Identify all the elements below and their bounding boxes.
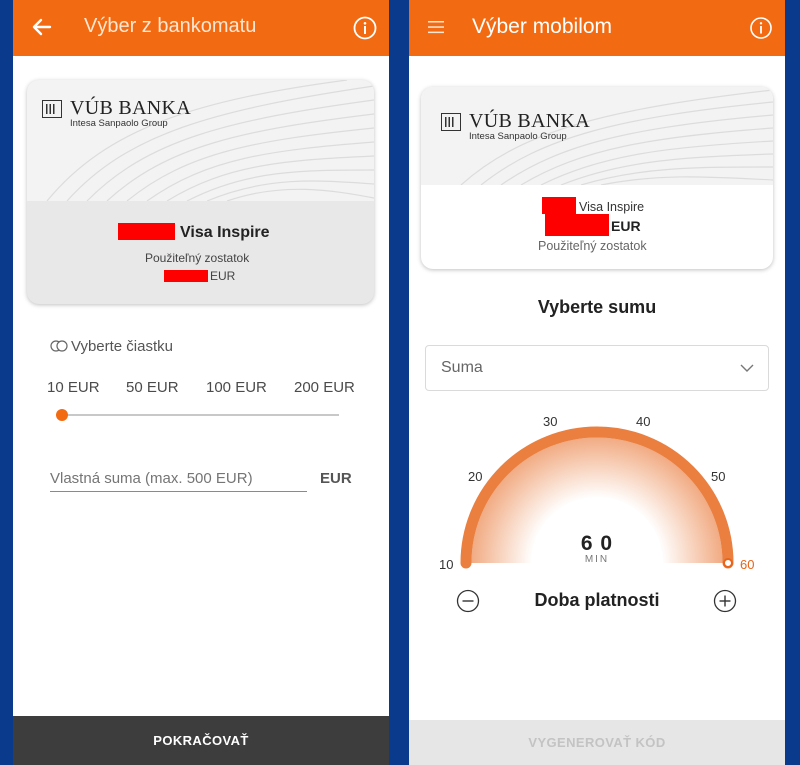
custom-amount-input[interactable] xyxy=(50,466,307,492)
redacted-balance xyxy=(164,270,208,282)
amount-option-100[interactable]: 100 EUR xyxy=(206,379,267,396)
app-header: Výber z bankomatu xyxy=(13,0,389,56)
page-title: Výber mobilom xyxy=(472,15,613,38)
redacted-balance xyxy=(545,214,609,236)
gauge-value: 6 0 xyxy=(580,532,614,555)
gauge-tick-30: 30 xyxy=(543,414,558,429)
amount-option-200[interactable]: 200 EUR xyxy=(294,379,355,396)
bank-logo-mark xyxy=(441,113,461,131)
redacted-card-number xyxy=(542,197,576,214)
amount-section-label: Vyberte čiastku xyxy=(71,338,173,355)
bank-logo-mark xyxy=(42,100,62,118)
amount-slider-track[interactable] xyxy=(62,414,339,416)
bank-name: VÚB BANKA xyxy=(70,97,192,119)
amount-option-10[interactable]: 10 EUR xyxy=(47,379,100,396)
redacted-card-number xyxy=(118,223,175,240)
bank-name: VÚB BANKA xyxy=(469,110,591,132)
gauge-tick-50: 50 xyxy=(711,469,726,484)
bank-group: Intesa Sanpaolo Group xyxy=(70,118,168,129)
custom-amount-currency: EUR xyxy=(320,470,352,487)
balance-label: Použiteľný zostatok xyxy=(538,239,647,253)
amount-select[interactable]: Suma xyxy=(425,345,769,391)
select-amount-heading: Vyberte sumu xyxy=(537,297,657,317)
page-title: Výber z bankomatu xyxy=(84,15,257,37)
hamburger-menu-icon[interactable] xyxy=(427,18,445,36)
info-icon[interactable] xyxy=(749,16,773,40)
card-name: Visa Inspire xyxy=(180,224,270,241)
app-header: Výber mobilom xyxy=(409,0,785,56)
bank-logo: VÚB BANKA Intesa Sanpaolo Group xyxy=(441,111,590,142)
gauge-tick-40: 40 xyxy=(636,414,651,429)
plus-circle-icon[interactable] xyxy=(713,589,737,613)
mobile-withdrawal-screen: Výber mobilom VÚB BANKA Intesa Sanpaolo … xyxy=(409,0,785,765)
atm-withdrawal-screen: Výber z bankomatu VÚB BANKA Intesa Sanpa… xyxy=(13,0,389,765)
continue-button[interactable]: POKRAČOVAŤ xyxy=(13,716,389,765)
amount-select-placeholder: Suma xyxy=(441,359,483,376)
bank-logo: VÚB BANKA Intesa Sanpaolo Group xyxy=(42,98,191,129)
generate-code-button[interactable]: VYGENEROVAŤ KÓD xyxy=(409,720,785,765)
chevron-down-icon xyxy=(740,364,754,372)
gauge-tick-20: 20 xyxy=(468,469,483,484)
balance-currency: EUR xyxy=(210,269,236,283)
amount-slider-thumb[interactable] xyxy=(56,409,68,421)
bank-group: Intesa Sanpaolo Group xyxy=(469,131,567,142)
coins-icon xyxy=(50,340,68,352)
bank-card[interactable]: VÚB BANKA Intesa Sanpaolo Group Visa Ins… xyxy=(421,87,773,269)
balance-currency: EUR xyxy=(611,218,641,234)
info-icon[interactable] xyxy=(353,16,377,40)
gauge-unit: MIN xyxy=(584,554,610,565)
card-image: VÚB BANKA Intesa Sanpaolo Group xyxy=(421,87,773,185)
validity-gauge[interactable] xyxy=(409,400,785,600)
card-name: Visa Inspire xyxy=(579,200,645,214)
card-image: VÚB BANKA Intesa Sanpaolo Group xyxy=(27,80,374,201)
bank-card[interactable]: VÚB BANKA Intesa Sanpaolo Group Visa Ins… xyxy=(27,80,374,304)
back-arrow-icon[interactable] xyxy=(29,14,55,40)
balance-label: Použiteľný zostatok xyxy=(145,251,250,265)
amount-option-50[interactable]: 50 EUR xyxy=(126,379,179,396)
